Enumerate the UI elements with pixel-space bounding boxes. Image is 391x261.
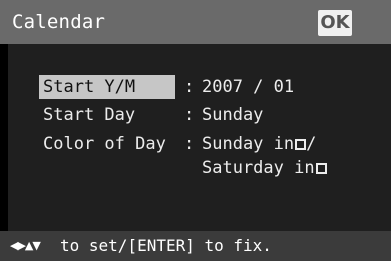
hint-text: to set/[ENTER] to fix. xyxy=(60,236,272,255)
saturday-color-value[interactable]: Saturday in xyxy=(202,156,327,180)
ok-button[interactable]: OK xyxy=(318,10,352,36)
sunday-color-value[interactable]: Sunday in / xyxy=(202,132,316,156)
separator: : xyxy=(184,134,195,154)
color-of-day-label[interactable]: Color of Day xyxy=(43,132,166,156)
sunday-color-swatch xyxy=(295,139,307,150)
hint-bar: ◀▶▲▼ to set/[ENTER] to fix. xyxy=(0,231,391,261)
separator: : xyxy=(184,77,195,97)
sunday-color-text: Sunday in xyxy=(202,134,295,154)
start-day-value[interactable]: Sunday xyxy=(202,103,263,127)
saturday-color-text: Saturday in xyxy=(202,158,315,178)
start-ym-value[interactable]: 2007 / 01 xyxy=(202,75,294,99)
start-ym-label[interactable]: Start Y/M xyxy=(39,75,175,99)
screen-title: Calendar xyxy=(12,11,106,33)
title-bar: Calendar OK xyxy=(0,0,391,44)
direction-arrows-icon: ◀▶▲▼ xyxy=(10,239,41,252)
slash-separator: / xyxy=(306,134,317,154)
separator: : xyxy=(184,105,195,125)
saturday-color-swatch xyxy=(315,163,327,174)
settings-panel: Start Y/M : 2007 / 01 Start Day : Sunday… xyxy=(8,44,391,231)
calendar-settings-screen: Calendar OK Start Y/M : 2007 / 01 Start … xyxy=(0,0,391,261)
start-day-label[interactable]: Start Day xyxy=(43,103,135,127)
